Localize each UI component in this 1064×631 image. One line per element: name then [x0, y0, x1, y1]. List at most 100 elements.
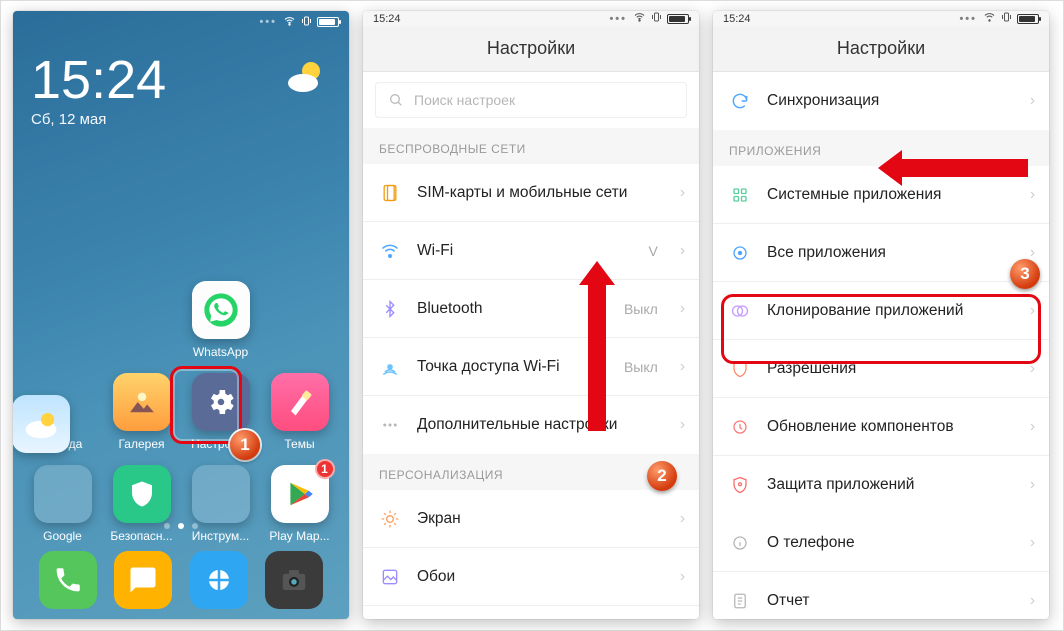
row-all-apps[interactable]: Все приложения › [713, 224, 1049, 282]
more-icon: ••• [609, 13, 627, 25]
dock-phone[interactable] [39, 551, 97, 609]
app-label: Галерея [106, 437, 178, 451]
app-whatsapp[interactable]: WhatsApp [185, 281, 257, 359]
wifi-icon [379, 240, 401, 262]
row-bluetooth[interactable]: Bluetooth Выкл › [363, 280, 699, 338]
phone-home-screen: ••• 15:24 Сб, 12 мая WhatsApp [13, 11, 349, 619]
battery-icon [1017, 14, 1039, 24]
chevron-right-icon: › [680, 242, 685, 260]
phone-settings-top: 15:24 ••• Настройки Поиск настроек БЕСПР… [363, 11, 699, 619]
row-hotspot[interactable]: Точка доступа Wi-Fi Выкл › [363, 338, 699, 396]
row-wifi[interactable]: Wi-Fi V › [363, 222, 699, 280]
row-value: Выкл [624, 359, 658, 375]
page-title: Настройки [363, 26, 699, 72]
row-label: Обновление компонентов [767, 417, 1014, 436]
scroll-up-arrow [588, 281, 606, 431]
report-icon [729, 590, 751, 612]
row-label: Дополнительные настройки [417, 415, 664, 434]
chevron-right-icon: › [1030, 92, 1035, 110]
dock-messages[interactable] [114, 551, 172, 609]
home-date: Сб, 12 мая [31, 111, 331, 128]
wifi-icon [283, 15, 296, 30]
chevron-right-icon: › [680, 358, 685, 376]
row-report[interactable]: Отчет › [713, 572, 1049, 619]
battery-icon [317, 17, 339, 27]
step-2-badge: 2 [647, 461, 677, 491]
system-apps-icon [729, 184, 751, 206]
status-bar: ••• [13, 11, 349, 33]
app-weather[interactable]: Погода [27, 373, 99, 451]
search-input[interactable]: Поиск настроек [375, 82, 687, 118]
row-label: Синхронизация [767, 91, 1014, 110]
section-wireless: БЕСПРОВОДНЫЕ СЕТИ [363, 128, 699, 164]
row-app-lock[interactable]: Защита приложений › [713, 456, 1049, 514]
row-label: Отчет [767, 591, 1014, 610]
badge: 1 [315, 459, 335, 479]
vibrate-icon [650, 11, 663, 26]
status-time: 15:24 [723, 13, 751, 25]
row-wallpaper[interactable]: Обои › [363, 548, 699, 606]
about-icon [729, 532, 751, 554]
dock-browser[interactable] [190, 551, 248, 609]
chevron-right-icon: › [680, 510, 685, 528]
dock [13, 551, 349, 609]
sync-icon [729, 90, 751, 112]
row-sim[interactable]: SIM-карты и мобильные сети › [363, 164, 699, 222]
wallpaper-icon [379, 566, 401, 588]
more-icon: ••• [259, 16, 277, 28]
step-1-badge: 1 [230, 430, 260, 460]
wifi-icon [633, 11, 646, 26]
vibrate-icon [300, 15, 313, 30]
app-lock-icon [729, 474, 751, 496]
chevron-right-icon: › [1030, 534, 1035, 552]
row-display[interactable]: Экран › [363, 490, 699, 548]
battery-icon [667, 14, 689, 24]
chevron-right-icon: › [680, 184, 685, 202]
row-value: V [648, 243, 657, 259]
search-placeholder: Поиск настроек [414, 92, 515, 108]
chevron-right-icon: › [680, 416, 685, 434]
app-gallery[interactable]: Галерея [106, 373, 178, 451]
row-about[interactable]: О телефоне › [713, 514, 1049, 572]
page-title: Настройки [713, 26, 1049, 72]
row-more[interactable]: Дополнительные настройки › [363, 396, 699, 454]
more-settings-icon [379, 414, 401, 436]
row-themes-setting[interactable]: Темы › [363, 606, 699, 619]
phone-settings-apps: 15:24 ••• Настройки Синхронизация › ПРИЛ… [713, 11, 1049, 619]
app-label: Темы [264, 437, 336, 451]
page-indicator [13, 516, 349, 534]
chevron-right-icon: › [1030, 418, 1035, 436]
row-label: Защита приложений [767, 475, 1014, 494]
sim-icon [379, 182, 401, 204]
app-label: WhatsApp [185, 345, 257, 359]
chevron-right-icon: › [1030, 476, 1035, 494]
point-left-arrow [898, 159, 1028, 177]
row-value: Выкл [624, 301, 658, 317]
more-icon: ••• [959, 13, 977, 25]
status-bar: 15:24 ••• [713, 11, 1049, 26]
weather-widget-icon[interactable] [283, 55, 327, 104]
hotspot-icon [379, 356, 401, 378]
display-icon [379, 508, 401, 530]
chevron-right-icon: › [680, 300, 685, 318]
row-sync[interactable]: Синхронизация › [713, 72, 1049, 130]
all-apps-icon [729, 242, 751, 264]
row-component-update[interactable]: Обновление компонентов › [713, 398, 1049, 456]
row-label: Wi-Fi [417, 241, 632, 260]
update-icon [729, 416, 751, 438]
app-themes[interactable]: Темы [264, 373, 336, 451]
bluetooth-icon [379, 298, 401, 320]
chevron-right-icon: › [1030, 186, 1035, 204]
row-label: Экран [417, 509, 664, 528]
row-label: Bluetooth [417, 299, 608, 318]
step-3-badge: 3 [1010, 259, 1040, 289]
wifi-icon [983, 11, 996, 26]
row-label: Обои [417, 567, 664, 586]
search-icon [388, 92, 404, 108]
dock-camera[interactable] [265, 551, 323, 609]
chevron-right-icon: › [1030, 592, 1035, 610]
status-time: 15:24 [373, 13, 401, 25]
row-label: О телефоне [767, 533, 1014, 552]
row-label: Все приложения [767, 243, 1014, 262]
chevron-right-icon: › [680, 568, 685, 586]
